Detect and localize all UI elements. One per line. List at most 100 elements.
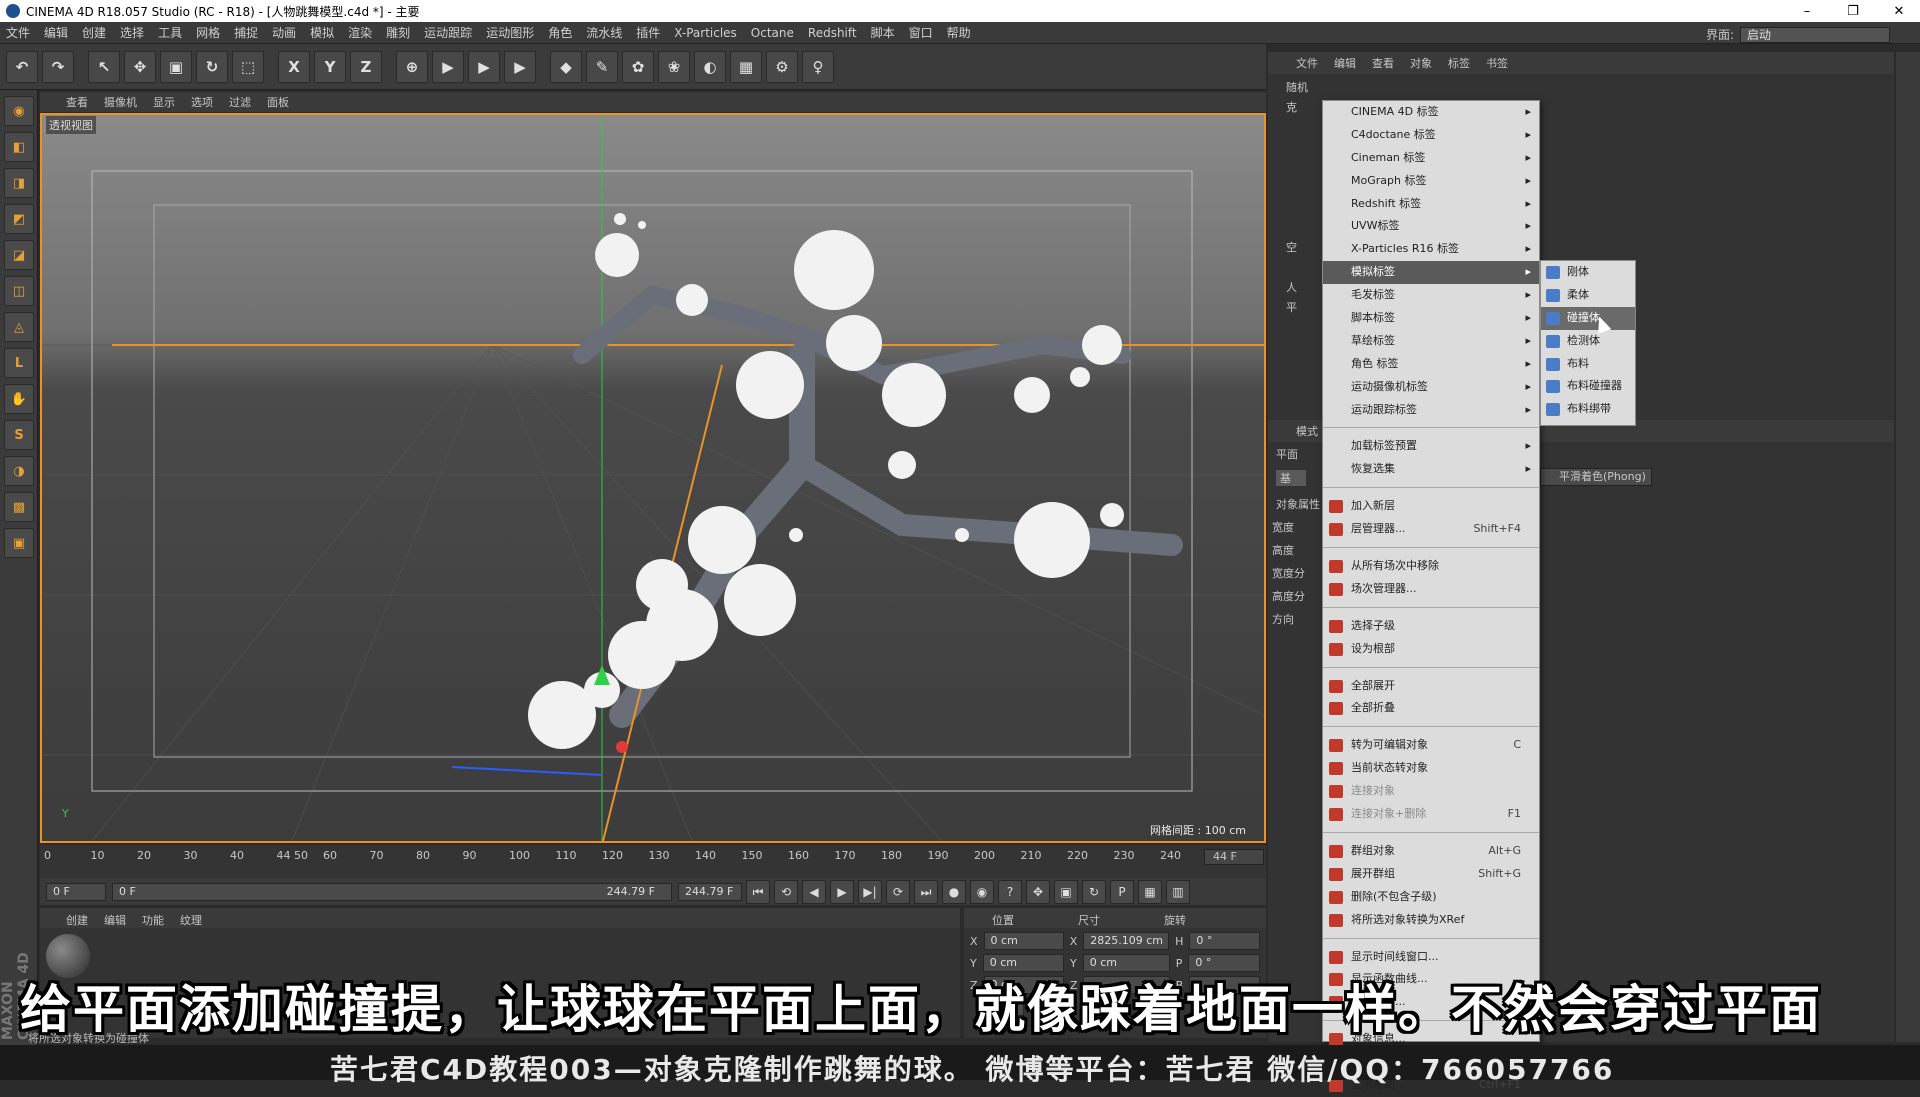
menu-item[interactable]: 运动图形	[486, 24, 534, 41]
menu-item[interactable]: 文件	[6, 24, 30, 41]
context-menu-item[interactable]: 加入新层	[1323, 495, 1539, 518]
context-menu-item[interactable]: UVW标签 ▸	[1323, 215, 1539, 238]
object-tree-item[interactable]: 随机	[1272, 78, 1332, 98]
context-menu-item[interactable]: 模拟标签 ▸	[1323, 261, 1539, 285]
context-menu-item[interactable]: 当前状态转对象	[1323, 757, 1539, 780]
object-manager-menu-item[interactable]: 文件	[1296, 55, 1318, 71]
submenu-item[interactable]: 刚体	[1541, 261, 1635, 284]
transport-button[interactable]: ◀	[802, 880, 826, 904]
transport-button[interactable]: ▦	[1138, 880, 1162, 904]
left-tool-button[interactable]: ◉	[4, 96, 34, 126]
transport-button[interactable]: ⏮	[746, 880, 770, 904]
transport-button[interactable]: ▶	[830, 880, 854, 904]
toolbar-button[interactable]: ◆	[550, 50, 582, 83]
menu-item[interactable]: 流水线	[586, 24, 622, 41]
menu-item[interactable]: 帮助	[947, 24, 971, 41]
toolbar-button[interactable]: ▶	[504, 50, 536, 83]
context-menu-item[interactable]: 角色 标签 ▸	[1323, 353, 1539, 376]
context-menu-item[interactable]: 恢复选集 ▸	[1323, 458, 1539, 481]
object-manager-menu-item[interactable]: 编辑	[1334, 55, 1356, 71]
menu-item[interactable]: 捕捉	[234, 24, 258, 41]
context-menu-item[interactable]: 毛发标签 ▸	[1323, 284, 1539, 307]
toolbar-button[interactable]: Y	[314, 50, 346, 83]
toolbar-button[interactable]: ↶	[6, 50, 38, 83]
context-menu-item[interactable]: 从所有场次中移除	[1323, 555, 1539, 578]
menu-item[interactable]: 网格	[196, 24, 220, 41]
context-menu-item[interactable]: Redshift 标签 ▸	[1323, 193, 1539, 216]
toolbar-button[interactable]: ⊕	[396, 50, 428, 83]
toolbar-button[interactable]: ↷	[42, 50, 74, 83]
context-menu-item[interactable]: 运动摄像机标签 ▸	[1323, 376, 1539, 399]
toolbar-button[interactable]: ♀	[802, 50, 834, 83]
context-menu-item[interactable]: 展开群组 Shift+G	[1323, 863, 1539, 886]
context-menu-item[interactable]: CINEMA 4D 标签 ▸	[1323, 101, 1539, 124]
maximize-button[interactable]: ❐	[1830, 0, 1876, 22]
toolbar-button[interactable]: ▣	[160, 50, 192, 83]
coord-size-field[interactable]: 2825.109 cm	[1083, 932, 1170, 950]
submenu-item[interactable]: 碰撞体	[1541, 306, 1635, 330]
object-manager-menu-item[interactable]: 书签	[1486, 55, 1508, 71]
context-menu-item[interactable]: 加载标签预置 ▸	[1323, 435, 1539, 458]
material-menu-item[interactable]: 功能	[142, 912, 164, 927]
left-tool-button[interactable]: L	[4, 348, 34, 378]
object-manager-menu-item[interactable]: 查看	[1372, 55, 1394, 71]
submenu-item[interactable]: 柔体	[1541, 284, 1635, 307]
transport-button[interactable]: ✥	[1026, 880, 1050, 904]
menu-item[interactable]: 运动跟踪	[424, 24, 472, 41]
menu-item[interactable]: 工具	[158, 24, 182, 41]
toolbar-button[interactable]: ◐	[694, 50, 726, 83]
toolbar-button[interactable]: ↖	[88, 50, 120, 83]
timeline-ruler[interactable]: 44 F 0 10 20 30 40 44 50 60 70 80 90 100 110 120 130 1…	[40, 845, 1266, 879]
left-tool-button[interactable]: ◪	[4, 240, 34, 270]
toolbar-button[interactable]: ▶	[432, 50, 464, 83]
material-menu-item[interactable]: 编辑	[104, 912, 126, 927]
toolbar-button[interactable]: ✎	[586, 50, 618, 83]
context-menu-item[interactable]: 全部折叠	[1323, 697, 1539, 720]
submenu-item[interactable]: 检测体	[1541, 330, 1635, 353]
context-menu-item[interactable]: MoGraph 标签 ▸	[1323, 170, 1539, 193]
left-tool-button[interactable]: ✋	[4, 384, 34, 414]
transport-button[interactable]: ?	[998, 880, 1022, 904]
context-menu-item[interactable]: 连接对象+删除 F1	[1323, 803, 1539, 826]
menu-item[interactable]: X-Particles	[674, 26, 737, 40]
material-menu-item[interactable]: 创建	[66, 912, 88, 927]
transport-button[interactable]: ▥	[1166, 880, 1190, 904]
left-tool-button[interactable]: ◧	[4, 132, 34, 162]
menu-item[interactable]: 渲染	[348, 24, 372, 41]
menu-item[interactable]: Octane	[751, 26, 794, 40]
left-tool-button[interactable]: ◑	[4, 456, 34, 486]
submenu-item[interactable]: 布料	[1541, 353, 1635, 376]
left-tool-button[interactable]: ◨	[4, 168, 34, 198]
minimize-button[interactable]: –	[1784, 0, 1830, 22]
toolbar-button[interactable]: ▶	[468, 50, 500, 83]
attr-mode-label[interactable]: 模式	[1296, 423, 1318, 439]
context-menu-item[interactable]: X-Particles R16 标签 ▸	[1323, 238, 1539, 261]
left-tool-button[interactable]: ▣	[4, 528, 34, 558]
toolbar-button[interactable]: ❀	[658, 50, 690, 83]
phong-tag-button[interactable]: 平滑着色(Phong)	[1540, 468, 1652, 486]
coord-position-field[interactable]: 0 cm	[983, 932, 1064, 950]
attr-basic-tab[interactable]: 基	[1276, 470, 1306, 486]
context-menu-item[interactable]: 脚本标签 ▸	[1323, 307, 1539, 330]
menu-item[interactable]: 动画	[272, 24, 296, 41]
viewport-menu-item[interactable]: 面板	[267, 94, 289, 110]
menu-item[interactable]: 创建	[82, 24, 106, 41]
viewport-menu-item[interactable]: 摄像机	[104, 94, 137, 110]
viewport-menu-item[interactable]: 过滤	[229, 94, 251, 110]
menu-item[interactable]: 雕刻	[386, 24, 410, 41]
menu-item[interactable]: 插件	[636, 24, 660, 41]
menu-item[interactable]: 编辑	[44, 24, 68, 41]
menu-item[interactable]: 脚本	[871, 24, 895, 41]
menu-item[interactable]: 角色	[548, 24, 572, 41]
context-menu-item[interactable]: 设为根部	[1323, 638, 1539, 661]
context-menu-item[interactable]: 群组对象 Alt+G	[1323, 840, 1539, 863]
viewport-menu-item[interactable]: 选项	[191, 94, 213, 110]
context-menu-item[interactable]: 将所选对象转换为XRef	[1323, 909, 1539, 932]
menu-item[interactable]: 窗口	[909, 24, 933, 41]
object-manager-menu-item[interactable]: 标签	[1448, 55, 1470, 71]
close-button[interactable]: ✕	[1876, 0, 1920, 22]
context-menu-item[interactable]: 显示时间线窗口...	[1323, 946, 1539, 969]
perspective-viewport[interactable]: Y	[40, 113, 1266, 843]
transport-button[interactable]: ⏭	[914, 880, 938, 904]
viewport-menu-item[interactable]: 显示	[153, 94, 175, 110]
